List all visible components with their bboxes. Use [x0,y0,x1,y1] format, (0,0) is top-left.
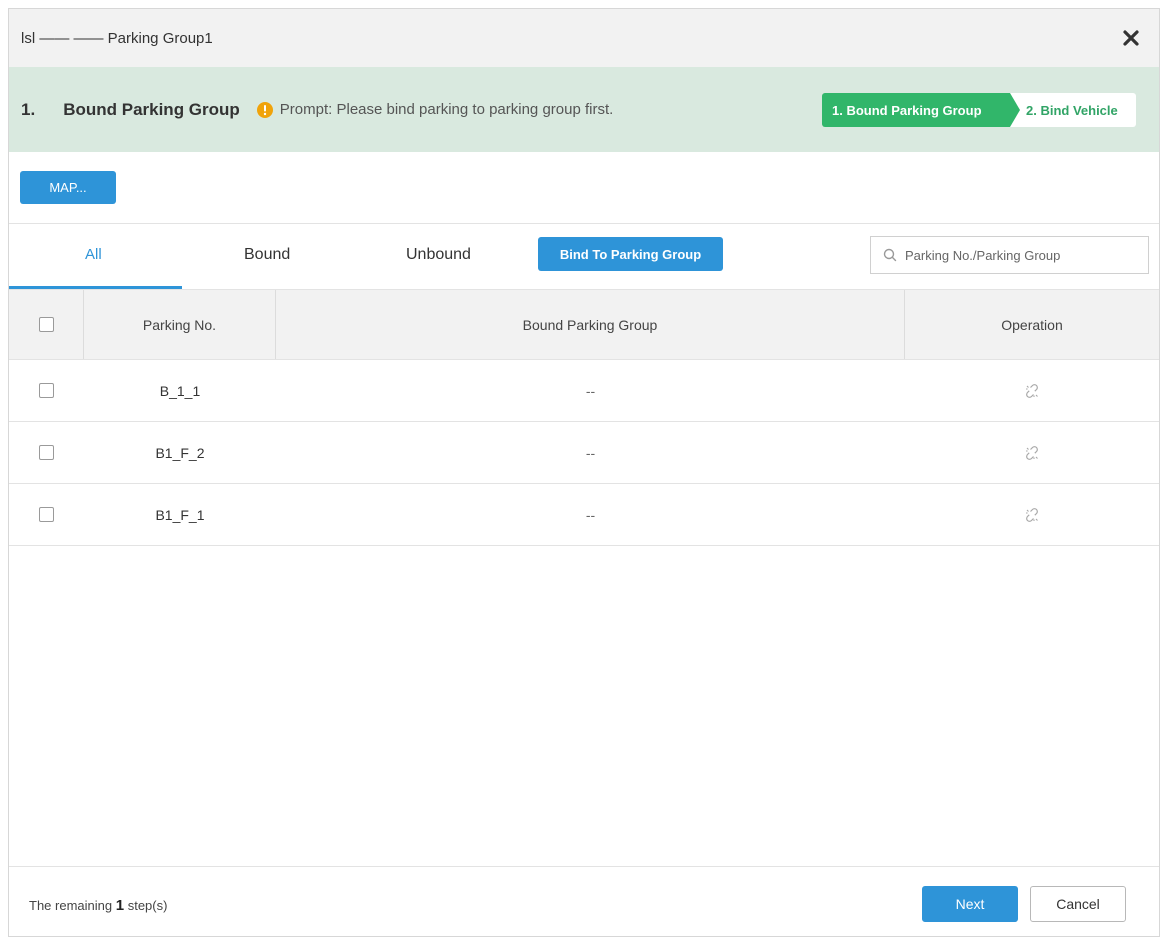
remaining-prefix: The remaining [29,898,113,913]
parking-no-cell: B_1_1 [159,382,201,399]
select-all-checkbox[interactable] [38,317,54,332]
remaining-steps: The remaining 1 step(s) [29,897,167,914]
row-checkbox[interactable] [39,507,54,522]
next-button[interactable]: Next [922,886,1018,922]
tab-unbound[interactable]: Unbound [406,246,471,264]
header-checkbox-cell [9,290,84,359]
dialog-title: lsl —— —— Parking Group1 [21,29,213,47]
table-body: B_1_1 -- B1_F_2 -- B1_F_1 -- [9,360,1159,546]
search-box [870,236,1149,274]
column-header-bound-group: Bound Parking Group [276,290,905,359]
remaining-count: 1 [115,897,125,914]
bind-to-parking-group-button[interactable]: Bind To Parking Group [538,237,723,271]
search-input[interactable] [905,247,1135,263]
progress-step-1: 1. Bound Parking Group [822,93,1020,127]
progress-step-2: 2. Bind Vehicle [1010,93,1136,127]
bound-group-cell: -- [585,506,596,523]
table-row: B1_F_2 -- [9,422,1159,484]
map-button[interactable]: MAP... [20,171,116,204]
table-header: Parking No. Bound Parking Group Operatio… [9,290,1159,360]
parking-no-cell: B1_F_1 [155,506,205,523]
parking-no-cell: B1_F_2 [155,444,205,461]
step-number: 1. [21,99,36,119]
dialog-footer: The remaining 1 step(s) Next Cancel [9,866,1159,936]
operation-cell [905,484,1159,545]
table-row: B_1_1 -- [9,360,1159,422]
cancel-button[interactable]: Cancel [1030,886,1126,922]
toolbar: MAP... [9,152,1159,224]
unbind-link-icon[interactable] [1024,507,1040,523]
dialog: lsl —— —— Parking Group1 1. Bound Parkin… [8,8,1160,937]
tab-all[interactable]: All [85,246,102,263]
row-checkbox[interactable] [39,445,54,460]
table-row: B1_F_1 -- [9,484,1159,546]
remaining-suffix: step(s) [127,898,168,913]
row-checkbox-cell [9,422,84,483]
step-header: 1. Bound Parking Group Prompt: Please bi… [9,67,1159,152]
search-icon [883,248,897,262]
active-tab-indicator [9,286,182,289]
row-checkbox-cell [9,484,84,545]
row-checkbox-cell [9,360,84,421]
row-checkbox[interactable] [39,383,54,398]
unbind-link-icon[interactable] [1024,445,1040,461]
tab-bound[interactable]: Bound [244,246,290,264]
close-icon[interactable] [1121,28,1141,48]
operation-cell [905,422,1159,483]
column-header-operation: Operation [1001,316,1063,333]
operation-cell [905,360,1159,421]
prompt-text: Prompt: Please bind parking to parking g… [279,101,614,118]
warning-icon [256,101,273,118]
step-title: Bound Parking Group [63,99,240,119]
bound-group-cell: -- [585,382,596,399]
unbind-link-icon[interactable] [1024,383,1040,399]
title-bar: lsl —— —— Parking Group1 [9,9,1159,67]
filter-tabs: All Bound Unbound Bind To Parking Group [9,224,1159,290]
step-progress: 1. Bound Parking Group 2. Bind Vehicle [822,93,1136,127]
column-header-parking-no: Parking No. [84,290,276,359]
bound-group-cell: -- [585,444,596,461]
